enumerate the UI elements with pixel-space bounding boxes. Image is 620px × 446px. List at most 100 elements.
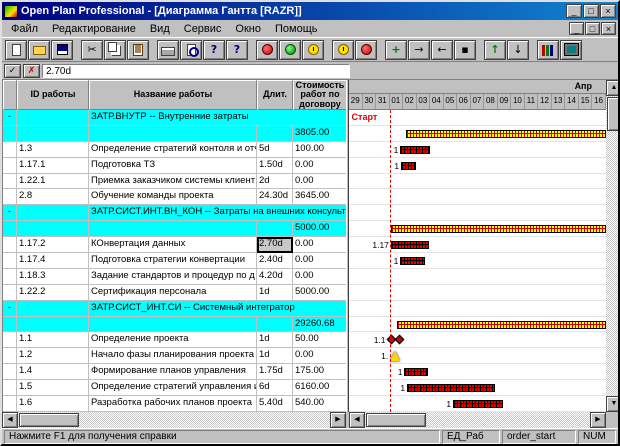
gantt-scroll-right-arrow[interactable]: ▶ xyxy=(590,412,606,428)
copy-button[interactable] xyxy=(104,40,126,60)
section-row[interactable]: -ЗАТР.СИСТ.ИНТ.ВН_КОН -- Затраты на внеш… xyxy=(3,205,346,221)
gantt-horizontal-scrollbar[interactable]: ◀ ▶ xyxy=(349,412,606,428)
context-help-button[interactable]: ? xyxy=(226,40,248,60)
gantt-row[interactable] xyxy=(349,221,606,237)
cut-button[interactable]: ✂ xyxy=(81,40,103,60)
milestone-flag-icon[interactable] xyxy=(390,351,400,361)
commit-edit-button[interactable]: ✓ xyxy=(4,64,21,78)
open-button[interactable] xyxy=(28,40,50,60)
gantt-row[interactable] xyxy=(349,269,606,285)
clock-button[interactable] xyxy=(302,40,324,60)
section-row[interactable]: -ЗАТР.СИСТ_ИНТ.СИ -- Системный интеграто… xyxy=(3,301,346,317)
save-button[interactable] xyxy=(51,40,73,60)
new-button[interactable] xyxy=(5,40,27,60)
cancel-edit-button[interactable]: ✗ xyxy=(23,64,40,78)
task-row[interactable]: 1.22.2Сертификация персонала1d5000.00 xyxy=(3,285,346,301)
scroll-down-arrow[interactable]: ▼ xyxy=(606,396,618,412)
summary-bar[interactable] xyxy=(397,321,606,329)
gantt-body[interactable]: Старт 111.1711.11.111 xyxy=(349,110,606,412)
mdi-close-button[interactable]: × xyxy=(601,22,616,35)
selected-duration-cell[interactable]: 2.70d xyxy=(257,237,293,253)
unlink-activities-button[interactable]: ← xyxy=(431,40,453,60)
task-bar[interactable] xyxy=(401,162,416,170)
task-row[interactable]: 1.6Разработка рабочих планов проекта5.40… xyxy=(3,396,346,412)
time-analysis-button[interactable] xyxy=(256,40,278,60)
histogram-view-button[interactable] xyxy=(560,40,582,60)
table-horizontal-scrollbar[interactable]: ◀ ▶ xyxy=(2,412,346,428)
gantt-row[interactable] xyxy=(349,205,606,221)
gantt-row[interactable]: 1 xyxy=(349,396,606,412)
schedule-button[interactable] xyxy=(332,40,354,60)
task-row[interactable]: 2.8Обучение команды проекта24.30d3645.00 xyxy=(3,189,346,205)
close-button[interactable]: × xyxy=(600,4,616,18)
gantt-row[interactable] xyxy=(349,126,606,142)
column-header-expand[interactable] xyxy=(3,80,17,110)
move-up-button[interactable]: ↑ xyxy=(484,40,506,60)
task-bar[interactable] xyxy=(400,146,430,154)
table-scroll-track[interactable] xyxy=(80,412,330,428)
gantt-row[interactable] xyxy=(349,285,606,301)
table-scroll-left-arrow[interactable]: ◀ xyxy=(2,412,18,428)
menu-item-5[interactable]: Помощь xyxy=(268,22,325,36)
gantt-view-button[interactable] xyxy=(537,40,559,60)
gantt-row[interactable] xyxy=(349,189,606,205)
outline-button[interactable]: ▪ xyxy=(454,40,476,60)
paste-button[interactable] xyxy=(127,40,149,60)
gantt-timescale[interactable]: Апр 293031010203040506070809101112131415… xyxy=(349,80,606,110)
section-row[interactable]: -ЗАТР.ВНУТР -- Внутренние затраты xyxy=(3,110,346,126)
total-row[interactable]: 3805.00 xyxy=(3,126,346,142)
gantt-row[interactable] xyxy=(349,174,606,190)
menu-item-2[interactable]: Вид xyxy=(143,22,177,36)
table-scroll-thumb[interactable] xyxy=(19,413,79,427)
app-icon[interactable] xyxy=(4,5,18,18)
milestone-diamond-icon[interactable] xyxy=(395,335,405,345)
gantt-row[interactable]: 1. xyxy=(349,348,606,364)
print-preview-button[interactable] xyxy=(180,40,202,60)
task-bar[interactable] xyxy=(391,241,429,249)
print-button[interactable] xyxy=(157,40,179,60)
menu-item-1[interactable]: Редактирование xyxy=(45,22,143,36)
task-row[interactable]: 1.17.2КОнвертация данных2.70d0.00 xyxy=(3,237,346,253)
task-row[interactable]: 1.1Определение проекта1d50.00 xyxy=(3,332,346,348)
menu-item-4[interactable]: Окно xyxy=(228,22,268,36)
resource-analysis-button[interactable] xyxy=(279,40,301,60)
total-row[interactable]: 5000.00 xyxy=(3,221,346,237)
scroll-up-arrow[interactable]: ▲ xyxy=(606,80,618,96)
add-activity-button[interactable]: + xyxy=(385,40,407,60)
gantt-row[interactable]: 1.17 xyxy=(349,237,606,253)
gantt-row[interactable] xyxy=(349,110,606,126)
task-row[interactable]: 1.17.4Подготовка стратегии конвертации2.… xyxy=(3,253,346,269)
gantt-row[interactable] xyxy=(349,317,606,333)
gantt-scroll-left-arrow[interactable]: ◀ xyxy=(349,412,365,428)
vertical-scrollbar[interactable]: ▲ ▼ xyxy=(606,80,618,412)
task-row[interactable]: 1.3Определение стратегий контоля и отч5d… xyxy=(3,142,346,158)
vertical-scroll-track[interactable] xyxy=(606,132,618,396)
task-bar[interactable] xyxy=(404,368,428,376)
menu-item-0[interactable]: Файл xyxy=(4,22,45,36)
task-row[interactable]: 1.17.1Подготовка ТЗ1.50d0.00 xyxy=(3,158,346,174)
task-row[interactable]: 1.18.3Задание стандартов и процедур по д… xyxy=(3,269,346,285)
total-row[interactable]: 29260.68 xyxy=(3,317,346,333)
summary-bar[interactable] xyxy=(391,225,606,233)
task-bar[interactable] xyxy=(453,400,503,408)
task-bar[interactable] xyxy=(407,384,495,392)
gantt-row[interactable]: 1 xyxy=(349,364,606,380)
vertical-scroll-thumb[interactable] xyxy=(607,97,618,131)
link-activities-button[interactable]: → xyxy=(408,40,430,60)
task-row[interactable]: 1.4Формирование планов управления1.75d17… xyxy=(3,364,346,380)
title-bar[interactable]: Open Plan Professional - [Диаграмма Гант… xyxy=(2,2,618,20)
expand-collapse-toggle[interactable]: - xyxy=(3,205,17,221)
column-header-name[interactable]: Название работы xyxy=(89,80,257,110)
column-header-cost[interactable]: Стоимость работ по договору xyxy=(293,80,346,110)
move-down-button[interactable]: ↓ xyxy=(507,40,529,60)
gantt-row[interactable]: 1.1 xyxy=(349,332,606,348)
gantt-row[interactable]: 1 xyxy=(349,142,606,158)
gantt-row[interactable]: 1 xyxy=(349,380,606,396)
mdi-restore-button[interactable]: □ xyxy=(585,22,600,35)
task-row[interactable]: 1.5Определение стратегий управления и6d6… xyxy=(3,380,346,396)
maximize-button[interactable]: □ xyxy=(583,4,599,18)
summary-bar[interactable] xyxy=(406,130,606,138)
table-scroll-right-arrow[interactable]: ▶ xyxy=(330,412,346,428)
gantt-scroll-track[interactable] xyxy=(427,412,590,428)
gantt-row[interactable] xyxy=(349,301,606,317)
